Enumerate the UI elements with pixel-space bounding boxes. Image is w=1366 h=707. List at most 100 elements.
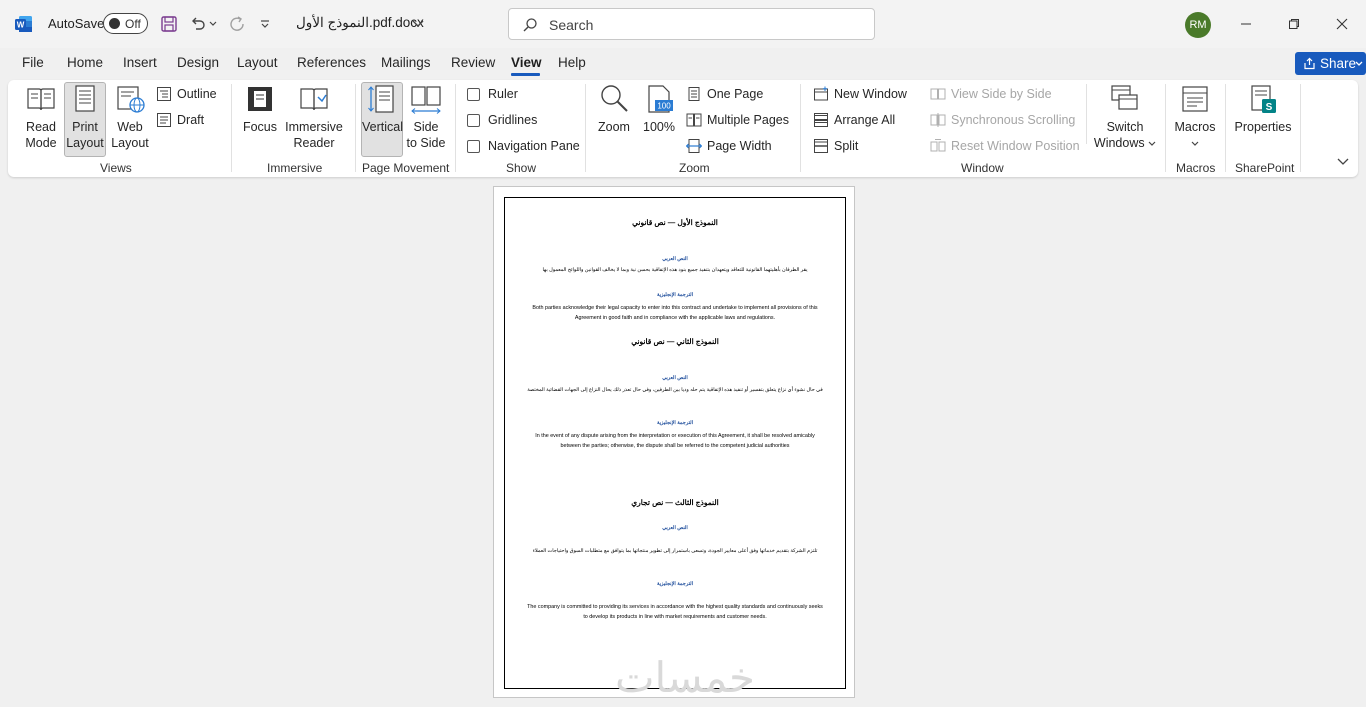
- divider: [455, 84, 456, 172]
- section-1-arabic-text: يقر الطرفان بأهليتهما القانونية للتعاقد …: [542, 267, 808, 273]
- page-border: النموذج الأول — نص قانوني النص العربي يق…: [504, 197, 846, 701]
- one-page-label: One Page: [707, 87, 764, 101]
- read-mode-button[interactable]: Read Mode: [18, 83, 64, 151]
- navigation-pane-checkbox-box[interactable]: [467, 139, 480, 153]
- ruler-checkbox-box[interactable]: [467, 87, 480, 101]
- share-chevron-down-icon: [1355, 61, 1363, 66]
- split-icon: [814, 139, 828, 153]
- immersive-reader-label-2: Reader: [293, 136, 335, 150]
- tab-layout[interactable]: Layout: [237, 55, 278, 70]
- gridlines-checkbox[interactable]: Gridlines: [467, 110, 537, 130]
- share-button[interactable]: Share: [1295, 52, 1366, 75]
- view-side-by-side-label: View Side by Side: [951, 87, 1052, 101]
- tab-file[interactable]: File: [22, 55, 44, 70]
- web-layout-label-1: Web: [117, 120, 143, 134]
- search-icon: [523, 18, 537, 32]
- document-page[interactable]: النموذج الأول — نص قانوني النص العربي يق…: [493, 186, 855, 701]
- vertical-button[interactable]: Vertical: [361, 82, 403, 157]
- title-bar: W AutoSave Off النموذج الأول.pdf.docx Se…: [0, 0, 1366, 48]
- divider: [355, 84, 356, 172]
- arrange-all-button[interactable]: Arrange All: [813, 110, 895, 130]
- tab-insert[interactable]: Insert: [123, 55, 157, 70]
- tab-design[interactable]: Design: [177, 55, 219, 70]
- synchronous-scrolling-label: Synchronous Scrolling: [951, 113, 1076, 127]
- immersive-reader-button[interactable]: Immersive Reader: [283, 83, 345, 151]
- immersive-reader-label-1: Immersive: [285, 120, 343, 134]
- vertical-scroll-icon: [368, 85, 394, 113]
- split-button[interactable]: Split: [813, 136, 858, 156]
- outline-label: Outline: [177, 87, 217, 101]
- section-3-english-text: The company is committed to providing it…: [527, 604, 823, 620]
- multiple-pages-label: Multiple Pages: [707, 113, 789, 127]
- tab-references[interactable]: References: [297, 55, 366, 70]
- section-2-english-text: In the event of any dispute arising from…: [535, 433, 815, 449]
- minimize-icon[interactable]: [1234, 12, 1258, 36]
- reset-window-position-button[interactable]: Reset Window Position: [930, 136, 1080, 156]
- sharepoint-properties-icon: S: [1251, 85, 1276, 113]
- print-layout-icon: [75, 85, 95, 112]
- customize-quick-access-icon[interactable]: [254, 13, 276, 35]
- section-3-english-heading: الترجمة الإنجليزية: [656, 581, 694, 587]
- navigation-pane-checkbox[interactable]: Navigation Pane: [467, 136, 580, 156]
- switch-windows-button[interactable]: Switch Windows: [1090, 83, 1160, 151]
- section-2-english-heading: الترجمة الإنجليزية: [656, 420, 694, 426]
- reset-window-position-icon: [930, 139, 946, 152]
- gridlines-label: Gridlines: [488, 113, 538, 127]
- multiple-pages-icon: [686, 113, 702, 127]
- print-layout-label-1: Print: [72, 120, 98, 134]
- tab-view[interactable]: View: [511, 55, 542, 70]
- tab-home[interactable]: Home: [67, 55, 103, 70]
- autosave-toggle[interactable]: Off: [103, 13, 148, 34]
- section-3-arabic-text: تلتزم الشركة بتقديم خدماتها وفق أعلى معا…: [532, 548, 818, 554]
- restore-icon[interactable]: [1282, 12, 1306, 36]
- side-to-side-button[interactable]: Side to Side: [406, 83, 446, 151]
- collapse-ribbon-chevron-icon[interactable]: [1337, 158, 1349, 166]
- search-box[interactable]: Search: [508, 8, 875, 40]
- focus-button[interactable]: Focus: [240, 83, 280, 135]
- tab-review[interactable]: Review: [451, 55, 495, 70]
- ribbon-panel: Read Mode Print Layout Web Layout Outlin…: [8, 80, 1358, 177]
- print-layout-button[interactable]: Print Layout: [64, 82, 106, 157]
- synchronous-scrolling-button[interactable]: Synchronous Scrolling: [930, 110, 1075, 130]
- web-layout-icon: [117, 86, 145, 113]
- zoom-100-icon-text: 100: [657, 102, 671, 111]
- zoom-button[interactable]: Zoom: [595, 83, 633, 135]
- new-window-label: New Window: [834, 87, 907, 101]
- vertical-label: Vertical: [362, 120, 403, 134]
- close-icon[interactable]: [1330, 12, 1354, 36]
- draft-button[interactable]: Draft: [156, 110, 204, 130]
- gridlines-checkbox-box[interactable]: [467, 113, 480, 127]
- zoom-100-button[interactable]: 100 100%: [640, 83, 678, 135]
- autosave-state: Off: [125, 17, 141, 31]
- undo-dropdown-icon[interactable]: [206, 13, 220, 35]
- one-page-button[interactable]: One Page: [686, 84, 763, 104]
- web-layout-button[interactable]: Web Layout: [109, 83, 151, 151]
- view-side-by-side-button[interactable]: View Side by Side: [930, 84, 1052, 104]
- web-layout-label-2: Layout: [111, 136, 149, 150]
- avatar[interactable]: RM: [1185, 12, 1211, 38]
- title-chevron-down-icon[interactable]: [408, 13, 428, 35]
- zoom-group-label: Zoom: [679, 161, 710, 175]
- redo-icon[interactable]: [226, 13, 248, 35]
- new-window-button[interactable]: New Window: [813, 84, 907, 104]
- macros-group-label: Macros: [1176, 161, 1216, 175]
- save-icon[interactable]: [158, 13, 180, 35]
- macros-button[interactable]: Macros: [1173, 83, 1217, 151]
- outline-button[interactable]: Outline: [156, 84, 217, 104]
- side-to-side-icon: [411, 86, 441, 114]
- switch-windows-chevron-icon: [1148, 141, 1156, 146]
- ruler-checkbox[interactable]: Ruler: [467, 84, 518, 104]
- properties-button[interactable]: S Properties: [1232, 83, 1294, 135]
- focus-icon: [248, 87, 272, 111]
- ruler-label: Ruler: [488, 87, 518, 101]
- document-title[interactable]: النموذج الأول.pdf.docx: [296, 15, 424, 31]
- multiple-pages-button[interactable]: Multiple Pages: [686, 110, 789, 130]
- tab-mailings[interactable]: Mailings: [381, 55, 431, 70]
- page-width-button[interactable]: Page Width: [686, 136, 772, 156]
- macros-icon: [1182, 86, 1208, 112]
- macros-label: Macros: [1174, 120, 1216, 134]
- tab-help[interactable]: Help: [558, 55, 586, 70]
- properties-label: Properties: [1234, 120, 1292, 134]
- section-2-arabic-heading: النص العربي: [662, 375, 688, 381]
- section-1-english-heading: الترجمة الإنجليزية: [656, 292, 694, 298]
